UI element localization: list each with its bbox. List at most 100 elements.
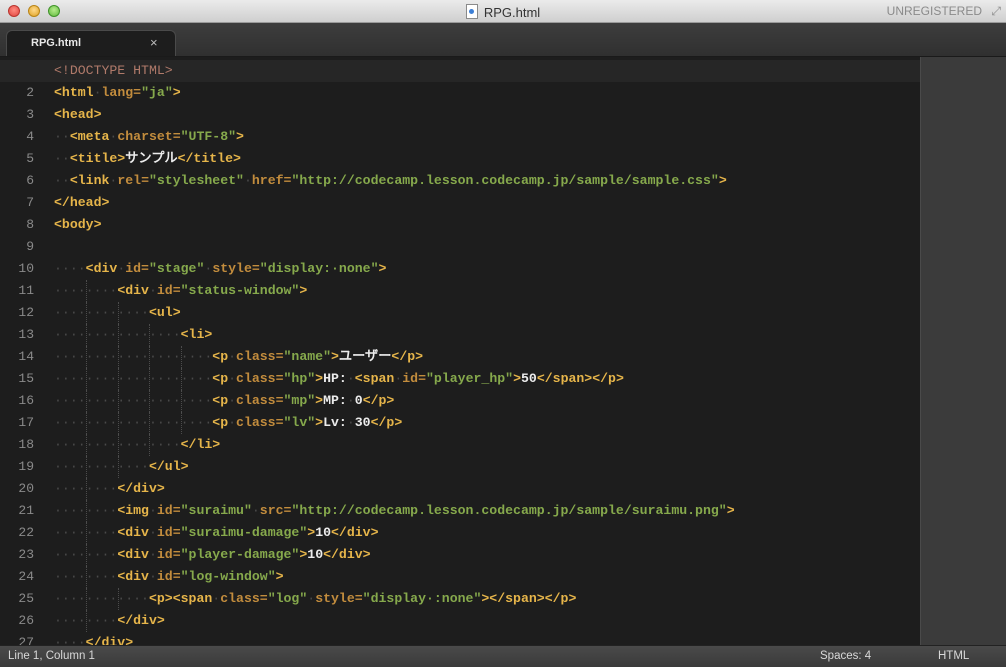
fullscreen-icon[interactable]: ⤢ (991, 4, 1001, 19)
code-token-str: "lv" (283, 415, 316, 430)
code-line[interactable]: ··<title>サンプル</title> (54, 148, 920, 170)
code-token-str: "http://codecamp.lesson.codecamp.jp/samp… (291, 173, 719, 188)
code-token-tag: > (275, 569, 284, 584)
indent-guide (85, 610, 87, 632)
syntax-mode[interactable]: HTML (938, 650, 969, 662)
code-token-str: "display:·none" (259, 261, 379, 276)
code-token-ws: ···················· (54, 415, 213, 430)
indent-guide (149, 368, 151, 390)
code-token-tag: </div> (323, 547, 371, 562)
indent-guide (117, 412, 119, 434)
code-token-tag: > (513, 371, 521, 386)
code-token-txt: HP: (323, 371, 347, 386)
line-number: 15 (18, 371, 34, 386)
code-token-attr: id= (156, 569, 181, 584)
line-number: 20 (18, 481, 34, 496)
code-line[interactable]: <head> (54, 104, 920, 126)
code-token-ws: ···················· (54, 371, 213, 386)
code-token-str: "mp" (283, 393, 316, 408)
code-token-tag: > (331, 349, 339, 364)
code-line[interactable]: ················<li> (54, 324, 920, 346)
line-number: 27 (18, 635, 34, 645)
code-token-ws: ·· (54, 129, 70, 144)
line-number: 19 (18, 459, 34, 474)
code-token-tag: <div (117, 525, 149, 540)
code-line[interactable]: ············<p><span·class="log"·style="… (54, 588, 920, 610)
indent-guide (85, 588, 87, 610)
code-token-tag: </li> (180, 437, 221, 452)
indent-guide (149, 390, 151, 412)
tab-rpg-html[interactable]: RPG.html × (6, 30, 176, 56)
code-token-str: "player_hp" (426, 371, 514, 386)
code-token-attr: id= (402, 371, 427, 386)
code-line[interactable]: ········</div> (54, 478, 920, 500)
code-token-str: "UTF-8" (180, 129, 237, 144)
code-line[interactable]: ········<div·id="player-damage">10</div> (54, 544, 920, 566)
code-line[interactable]: ················</li> (54, 434, 920, 456)
code-line[interactable]: ········<div·id="status-window"> (54, 280, 920, 302)
code-token-attr: class= (236, 415, 284, 430)
code-token-tag: </ul> (148, 459, 189, 474)
code-line[interactable] (54, 236, 920, 258)
code-token-txt: 0 (354, 393, 363, 408)
indent-guide (85, 566, 87, 588)
code-line[interactable]: ····················<p·class="hp">HP:·<s… (54, 368, 920, 390)
code-area[interactable]: <!DOCTYPE HTML> <html·lang="ja"> <head> ··<… (0, 60, 920, 645)
title-bar: RPG.html UNREGISTERED ⤢ (0, 0, 1006, 23)
indent-guide (85, 522, 87, 544)
code-line[interactable]: ············<ul> (54, 302, 920, 324)
indent-guide (117, 368, 119, 390)
code-line[interactable]: ····················<p·class="mp">MP:·0<… (54, 390, 920, 412)
code-token-str: "log-window" (180, 569, 276, 584)
indent-guide (149, 412, 151, 434)
indentation-setting[interactable]: Spaces: 4 (820, 650, 871, 662)
code-token-tag: > (315, 371, 324, 386)
tab-close-icon[interactable]: × (150, 35, 158, 50)
code-token-tag: <div (117, 547, 149, 562)
code-line[interactable]: ········<div·id="log-window"> (54, 566, 920, 588)
indent-guide (85, 412, 87, 434)
line-number: 25 (18, 591, 34, 606)
code-line[interactable]: ··<meta·charset="UTF-8"> (54, 126, 920, 148)
html-document-icon (465, 4, 478, 19)
line-number: 24 (18, 569, 34, 584)
code-token-attr: class= (236, 371, 284, 386)
code-line[interactable]: ········<div·id="suraimu-damage">10</div… (54, 522, 920, 544)
minimap-pane[interactable] (920, 57, 1006, 645)
code-token-str: "suraimu-damage" (180, 525, 308, 540)
code-editor[interactable]: 1234567891011121314151617181920212223242… (0, 57, 920, 645)
unregistered-badge: UNREGISTERED (886, 4, 982, 18)
code-token-attr: style= (315, 591, 363, 606)
code-line[interactable]: ········<img·id="suraimu"·src="http://co… (54, 500, 920, 522)
code-line[interactable]: ············</ul> (54, 456, 920, 478)
code-line[interactable]: ····<div·id="stage"·style="display:·none… (54, 258, 920, 280)
code-token-tag: <p (212, 371, 229, 386)
code-token-doc: <!DOCTYPE HTML> (54, 63, 173, 78)
code-line[interactable]: ····················<p·class="lv">Lv:·30… (54, 412, 920, 434)
code-line[interactable]: ··<link·rel="stylesheet"·href="http://co… (54, 170, 920, 192)
code-line[interactable]: </head> (54, 192, 920, 214)
code-token-tag: <p><span (148, 591, 213, 606)
code-token-ws: ·· (54, 173, 70, 188)
code-token-ws: · (212, 591, 221, 606)
code-token-tag: </title> (177, 151, 241, 166)
indent-guide (181, 412, 183, 434)
code-line[interactable]: <body> (54, 214, 920, 236)
code-token-attr: id= (156, 547, 181, 562)
code-token-attr: id= (156, 503, 181, 518)
code-line[interactable]: <!DOCTYPE HTML> (0, 60, 920, 82)
code-token-tag: <ul> (148, 305, 181, 320)
code-line[interactable]: ····</div> (54, 632, 920, 645)
code-line[interactable]: ····················<p·class="name">ユーザー… (54, 346, 920, 368)
code-token-attr: id= (156, 283, 181, 298)
code-token-attr: href= (251, 173, 292, 188)
code-token-ws: · (93, 85, 102, 100)
code-line[interactable]: ········</div> (54, 610, 920, 632)
code-token-tag: <p (212, 415, 229, 430)
code-token-attr: class= (236, 349, 284, 364)
code-line[interactable]: <html·lang="ja"> (54, 82, 920, 104)
line-number: 6 (26, 173, 34, 188)
code-token-ws: · (243, 173, 252, 188)
code-token-str: "stage" (148, 261, 205, 276)
code-token-ws: · (148, 283, 157, 298)
